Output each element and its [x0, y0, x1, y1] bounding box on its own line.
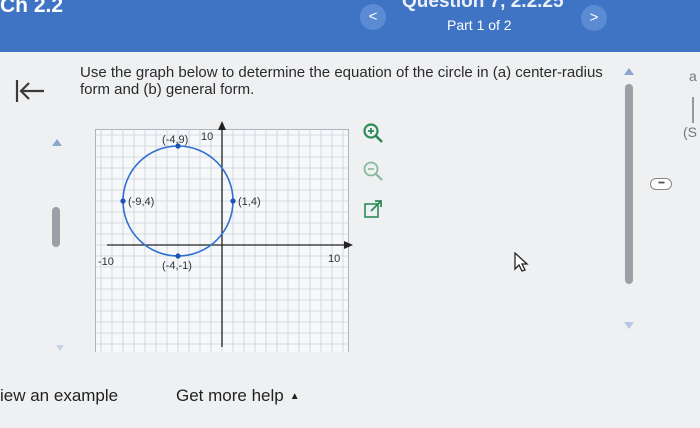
- coordinate-graph: (-4,9) (-9,4) (1,4) (-4,-1) 10 -10 10: [95, 121, 353, 361]
- caret-up-icon: ▲: [289, 391, 300, 403]
- chapter-title: Ch 2.2: [0, 0, 64, 17]
- chevron-left-icon: <: [368, 8, 378, 25]
- point-label: (-4,-1): [162, 260, 192, 272]
- view-example-link[interactable]: iew an example: [0, 386, 118, 406]
- top-bar: Ch 2.2 < Question 7, 2.2.25 Part 1 of 2 …: [0, 0, 700, 52]
- point-marker[interactable]: [230, 198, 236, 204]
- question-prompt: Use the graph below to determine the equ…: [80, 64, 603, 98]
- get-more-help-button[interactable]: Get more help ▲: [176, 386, 300, 406]
- zoom-out-icon[interactable]: [362, 160, 384, 182]
- mouse-cursor-icon: [514, 252, 529, 272]
- next-question-button[interactable]: >: [581, 5, 607, 31]
- external-expand-icon[interactable]: [362, 198, 384, 220]
- y-tick-label-10: 10: [201, 131, 213, 143]
- right-panel-fragment-box: [692, 97, 700, 123]
- left-scroll-up-icon[interactable]: [52, 139, 62, 146]
- part-label: Part 1 of 2: [447, 17, 512, 33]
- question-title: Question 7, 2.2.25: [402, 0, 564, 12]
- point-marker[interactable]: [120, 198, 126, 204]
- left-scrollbar-thumb[interactable]: [52, 207, 60, 247]
- point-label: (1,4): [238, 196, 261, 208]
- zoom-in-icon[interactable]: [362, 122, 384, 144]
- x-tick-label-neg10: -10: [98, 256, 114, 268]
- scrollbar-thumb[interactable]: [625, 84, 633, 284]
- previous-question-button[interactable]: <: [360, 4, 386, 30]
- graph: (-4,9) (-9,4) (1,4) (-4,-1) 10 -10 10: [92, 117, 362, 361]
- x-tick-label-10: 10: [328, 253, 340, 265]
- y-axis-arrow: [218, 121, 226, 130]
- more-options-icon[interactable]: ••••: [650, 178, 672, 190]
- right-panel-fragment-mid: (S: [683, 124, 697, 140]
- point-marker[interactable]: [175, 253, 181, 259]
- scroll-up-arrow-icon[interactable]: [624, 68, 634, 75]
- left-scroll-down-icon[interactable]: [56, 345, 64, 351]
- chevron-right-icon: >: [589, 9, 599, 26]
- back-to-start-icon[interactable]: [12, 74, 46, 108]
- right-panel-fragment-top: a: [689, 68, 697, 84]
- point-label: (-4,9): [162, 134, 188, 146]
- point-label: (-9,4): [128, 196, 154, 208]
- scroll-down-arrow-icon[interactable]: [624, 322, 634, 329]
- get-more-help-label: Get more help: [176, 386, 284, 405]
